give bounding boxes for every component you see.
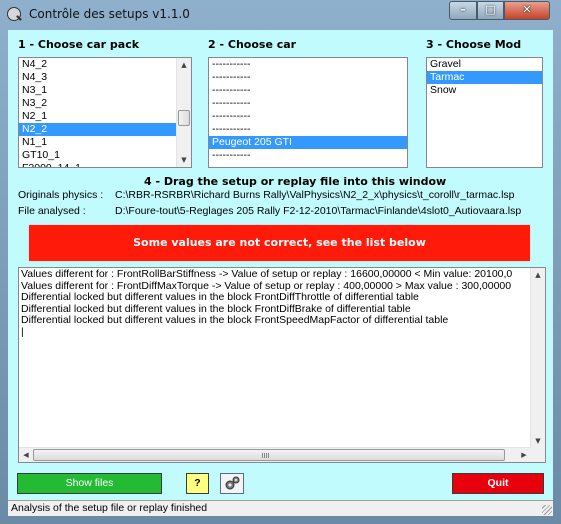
- quit-button[interactable]: Quit: [452, 473, 544, 494]
- results-vertical-scrollbar[interactable]: ▲ ▼: [530, 268, 545, 448]
- car-pack-item[interactable]: N3_2: [19, 97, 191, 110]
- mod-item[interactable]: Gravel: [427, 58, 542, 71]
- file-analysed-label: File analysed :: [18, 205, 86, 217]
- scroll-left-arrow-icon[interactable]: ◀: [19, 448, 33, 462]
- car-pack-heading: 1 - Choose car pack: [18, 38, 140, 51]
- car-pack-item[interactable]: N2_1: [19, 110, 191, 123]
- car-pack-item[interactable]: GT10_1: [19, 149, 191, 162]
- mod-heading: 3 - Choose Mod: [426, 38, 522, 51]
- mod-list[interactable]: Gravel Tarmac Snow: [426, 57, 543, 168]
- car-list[interactable]: ----------- ----------- ----------- -------…: [208, 57, 408, 168]
- scroll-up-arrow-icon[interactable]: ▲: [177, 58, 191, 72]
- maximize-button[interactable]: □: [477, 1, 504, 20]
- originals-physics-path: C:\RBR-RSRBR\Richard Burns Rally\ValPhys…: [115, 189, 515, 201]
- drag-instruction: 4 - Drag the setup or replay file into t…: [144, 175, 447, 188]
- scroll-down-arrow-icon[interactable]: ▼: [531, 434, 545, 448]
- status-bar: Analysis of the setup file or replay fin…: [8, 500, 553, 516]
- scroll-up-arrow-icon[interactable]: ▲: [531, 268, 545, 282]
- title-bar[interactable]: Contrôle des setups v1.1.0 – □ ✕: [0, 0, 561, 28]
- car-item[interactable]: Peugeot 205 GTI: [209, 136, 407, 149]
- car-item[interactable]: -----------: [209, 58, 407, 71]
- car-item[interactable]: -----------: [209, 149, 407, 162]
- car-heading: 2 - Choose car: [208, 38, 297, 51]
- car-pack-item[interactable]: N4_2: [19, 58, 191, 71]
- scroll-corner: [531, 448, 545, 462]
- result-line: Differential locked but different values…: [21, 314, 449, 326]
- car-item[interactable]: -----------: [209, 71, 407, 84]
- close-icon: ✕: [522, 3, 532, 16]
- file-analysed-path: D:\Foure-tout\5-Reglages 205 Rally F2-12…: [115, 205, 522, 217]
- application-window: Contrôle des setups v1.1.0 – □ ✕ 1 - Cho…: [0, 0, 561, 524]
- mod-item[interactable]: Tarmac: [427, 71, 542, 84]
- result-line: Values different for : FrontRollBarStiff…: [21, 268, 513, 280]
- close-button[interactable]: ✕: [504, 1, 550, 20]
- originals-physics-label: Originals physics :: [18, 189, 104, 201]
- scroll-down-arrow-icon[interactable]: ▼: [177, 153, 191, 167]
- horizontal-scroll-thumb[interactable]: [33, 449, 505, 461]
- car-item[interactable]: -----------: [209, 84, 407, 97]
- maximize-icon: □: [485, 3, 496, 16]
- car-pack-list[interactable]: N4_2 N4_3 N3_1 N3_2 N2_1 N2_2 N1_1 GT10_1 F2000_…: [18, 57, 192, 168]
- results-textarea[interactable]: Values different for : FrontRollBarStiff…: [18, 267, 546, 463]
- app-magnifier-icon: [7, 7, 21, 21]
- settings-button[interactable]: [220, 473, 244, 494]
- main-panel: 1 - Choose car pack 2 - Choose car 3 - C…: [8, 30, 553, 516]
- minimize-button[interactable]: –: [449, 1, 477, 20]
- car-pack-scrollbar[interactable]: ▲ ▼: [176, 58, 191, 167]
- car-pack-item[interactable]: N2_2: [19, 123, 191, 136]
- minimize-icon: –: [460, 3, 466, 16]
- mod-item[interactable]: Snow: [427, 84, 542, 97]
- result-line: Differential locked but different values…: [21, 291, 419, 303]
- text-cursor: |: [21, 325, 24, 338]
- status-text: Analysis of the setup file or replay fin…: [11, 502, 208, 514]
- gears-icon: [225, 476, 240, 490]
- error-banner: Some values are not correct, see the lis…: [28, 224, 531, 262]
- car-pack-item[interactable]: N1_1: [19, 136, 191, 149]
- show-files-button[interactable]: Show files: [17, 473, 162, 494]
- car-item[interactable]: -----------: [209, 110, 407, 123]
- window-title: Contrôle des setups v1.1.0: [29, 7, 190, 21]
- results-horizontal-scrollbar[interactable]: ◀ ▶: [19, 447, 531, 462]
- resize-grip-icon[interactable]: [542, 505, 552, 515]
- car-pack-item[interactable]: N4_3: [19, 71, 191, 84]
- scroll-right-arrow-icon[interactable]: ▶: [517, 448, 531, 462]
- car-pack-item[interactable]: N3_1: [19, 84, 191, 97]
- scroll-thumb[interactable]: [178, 110, 190, 126]
- car-item[interactable]: -----------: [209, 123, 407, 136]
- car-pack-item[interactable]: F2000_14_1: [19, 162, 191, 167]
- help-button[interactable]: ?: [186, 473, 209, 494]
- car-item[interactable]: -----------: [209, 97, 407, 110]
